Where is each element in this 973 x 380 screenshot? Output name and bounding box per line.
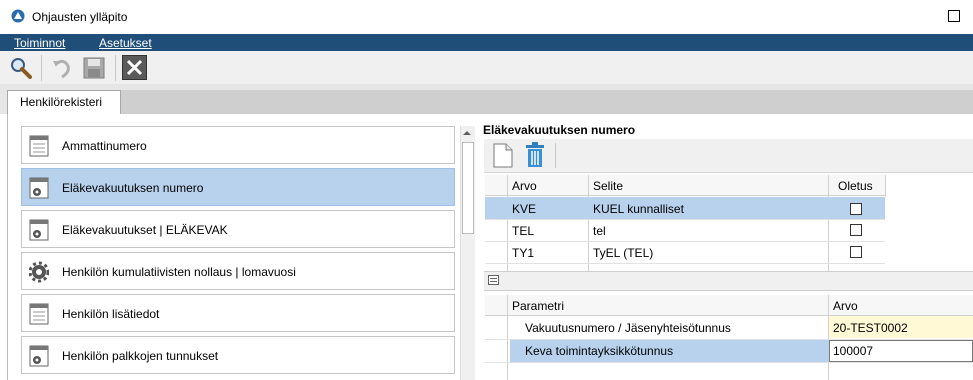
column-header-oletus[interactable]: Oletus [838,179,873,193]
grid-splitter[interactable] [484,271,973,291]
grid-line [485,263,885,264]
oletus-checkbox[interactable] [850,224,862,236]
cell-selite[interactable]: KUEL kunnalliset [593,202,684,216]
search-icon[interactable] [9,56,33,80]
list-item-label: Henkilön palkkojen tunnukset [62,349,219,363]
table-row-selected[interactable] [485,197,885,219]
detail-title: Eläkevakuutuksen numero [483,123,636,137]
list-item[interactable]: Eläkevakuutukset | ELÄKEVAK [21,210,455,248]
cell-selite[interactable]: tel [593,224,606,238]
grid-line [828,175,829,271]
expand-icon[interactable] [488,275,499,285]
oletus-checkbox[interactable] [850,246,862,258]
detail-toolbar [484,139,973,173]
undo-icon[interactable] [50,56,74,80]
tab-label: Henkilörekisteri [20,95,103,109]
grid-line [485,219,885,220]
list-item-selected[interactable]: Eläkevakuutuksen numero [21,168,455,206]
document-gear-icon [29,219,49,241]
column-header-parametri[interactable]: Parametri [512,299,564,313]
column-header-arvo[interactable]: Arvo [833,299,858,313]
gear-icon [29,261,49,283]
oletus-checkbox[interactable] [850,203,862,215]
column-header-selite[interactable]: Selite [593,179,623,193]
cell-arvo[interactable]: TEL [512,224,534,238]
new-document-icon[interactable] [492,143,514,168]
grid-line [507,295,508,380]
column-header-arvo[interactable]: Arvo [512,179,537,193]
grid-line [588,175,589,271]
document-icon [29,303,49,325]
cell-arvo[interactable]: 100007 [833,344,873,358]
scroll-up-arrow-icon[interactable] [462,128,472,138]
cell-arvo[interactable]: KVE [512,202,536,216]
title-bar [0,0,973,34]
document-icon [29,135,49,157]
list-item[interactable]: Ammattinumero [21,126,455,164]
toolbar-separator [115,55,116,81]
list-item[interactable]: Henkilön kumulatiivisten nollaus | lomav… [21,252,455,290]
toolbar-separator [555,143,556,168]
cell-parametri[interactable]: Vakuutusnumero / Jäsenyhteisötunnus [525,321,731,335]
list-item[interactable]: Henkilön palkkojen tunnukset [21,336,455,374]
document-gear-icon [29,177,49,199]
list-item-label: Eläkevakuutuksen numero [62,181,204,195]
cell-parametri[interactable]: Keva toimintayksikkötunnus [525,344,673,358]
menu-asetukset[interactable]: Asetukset [99,36,152,50]
tab-strip-background [120,90,973,114]
toolbar-separator [41,55,42,81]
document-gear-icon [29,345,49,367]
list-item[interactable]: Henkilön lisätiedot [21,294,455,332]
cell-arvo[interactable]: TY1 [512,246,534,260]
save-icon[interactable] [82,56,106,80]
grid-line [485,362,973,363]
cell-selite[interactable]: TyEL (TEL) [593,246,653,260]
delete-icon[interactable] [524,142,546,168]
app-logo-icon [11,9,25,23]
list-item-label: Henkilön lisätiedot [62,307,160,321]
close-icon[interactable] [122,55,147,80]
list-item-label: Henkilön kumulatiivisten nollaus | lomav… [62,265,296,279]
tab-henkilorekisteri[interactable]: Henkilörekisteri [7,90,121,115]
cell-arvo[interactable]: 20-TEST0002 [833,321,908,335]
scroll-thumb[interactable] [462,142,474,234]
grid-line [885,175,886,197]
values-grid-header [485,175,885,196]
list-item-label: Ammattinumero [62,139,147,153]
menu-toiminnot[interactable]: Toiminnot [14,36,65,50]
grid-line [507,175,508,271]
grid-line [485,241,885,242]
window-title: Ohjausten ylläpito [32,10,128,24]
list-item-label: Eläkevakuutukset | ELÄKEVAK [62,223,228,237]
maximize-button[interactable] [948,10,960,22]
